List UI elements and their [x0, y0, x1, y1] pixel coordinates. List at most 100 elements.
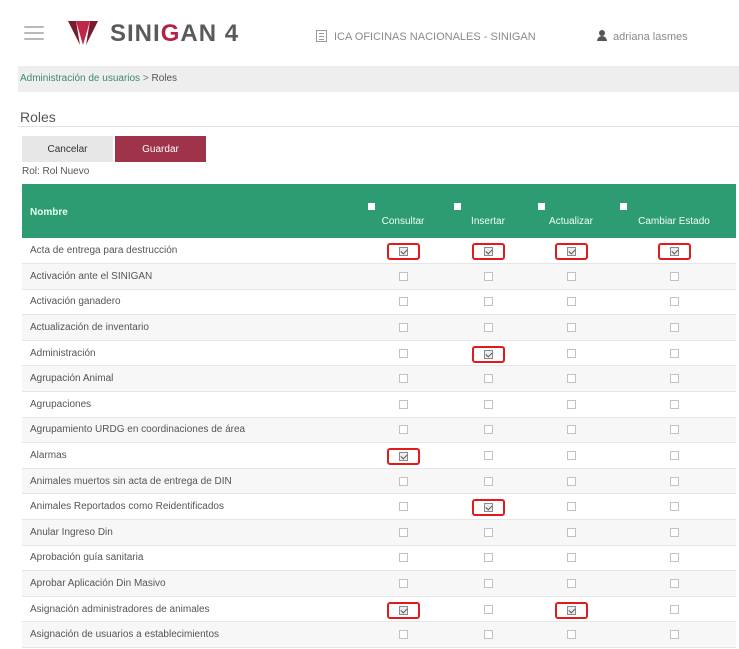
- consultar-checkbox[interactable]: [398, 271, 408, 281]
- select-all-cambiar-estado-checkbox[interactable]: [620, 203, 627, 210]
- checkbox-wrapper: [555, 524, 588, 541]
- checkbox-wrapper: [387, 421, 420, 438]
- cambiar-estado-checkbox[interactable]: [669, 630, 679, 640]
- checkbox-wrapper: [658, 601, 691, 618]
- consultar-checkbox[interactable]: [398, 323, 408, 333]
- actualizar-checkbox[interactable]: [566, 630, 576, 640]
- actualizar-checkbox[interactable]: [566, 502, 576, 512]
- cambiar-estado-checkbox[interactable]: [669, 476, 679, 486]
- cambiar-estado-checkbox[interactable]: [669, 502, 679, 512]
- save-button[interactable]: Guardar: [115, 136, 206, 162]
- permission-module-name: Agrupaciones: [22, 391, 360, 418]
- cambiar-estado-checkbox[interactable]: [669, 553, 679, 563]
- cambiar-estado-checkbox[interactable]: [669, 271, 679, 281]
- actualizar-checkbox[interactable]: [566, 323, 576, 333]
- consultar-checkbox[interactable]: [398, 630, 408, 640]
- consultar-checkbox[interactable]: [398, 425, 408, 435]
- permission-module-name: Activación ganadero: [22, 289, 360, 316]
- consultar-checkbox[interactable]: [398, 452, 408, 462]
- checkbox-wrapper: [658, 524, 691, 541]
- consultar-checkbox[interactable]: [398, 476, 408, 486]
- cambiar-estado-checkbox[interactable]: [669, 451, 679, 461]
- insertar-checkbox[interactable]: [483, 247, 493, 257]
- actualizar-checkbox[interactable]: [566, 297, 576, 307]
- consultar-checkbox[interactable]: [398, 247, 408, 257]
- insertar-checkbox[interactable]: [483, 553, 493, 563]
- consultar-checkbox[interactable]: [398, 579, 408, 589]
- insertar-checkbox[interactable]: [483, 451, 493, 461]
- consultar-checkbox[interactable]: [398, 527, 408, 537]
- consultar-checkbox[interactable]: [398, 553, 408, 563]
- column-header-actualizar: Actualizar: [530, 184, 612, 238]
- insertar-checkbox[interactable]: [483, 374, 493, 384]
- breadcrumb: Administración de usuarios > Roles: [20, 73, 177, 84]
- cambiar-estado-checkbox[interactable]: [669, 297, 679, 307]
- table-row: Activación ganadero: [22, 289, 736, 316]
- insertar-checkbox[interactable]: [483, 527, 493, 537]
- insertar-checkbox[interactable]: [483, 425, 493, 435]
- cambiar-estado-checkbox[interactable]: [669, 604, 679, 614]
- insertar-checkbox[interactable]: [483, 297, 493, 307]
- breadcrumb-separator: >: [142, 73, 149, 84]
- select-all-actualizar-checkbox[interactable]: [538, 203, 545, 210]
- checkbox-wrapper: [658, 498, 691, 515]
- select-all-consultar-checkbox[interactable]: [368, 203, 375, 210]
- user-menu[interactable]: adriana lasmes: [597, 30, 688, 43]
- breadcrumb-parent-link[interactable]: Administración de usuarios: [20, 73, 140, 84]
- permission-cell-actualizar: [530, 621, 612, 648]
- table-row: Agrupaciones: [22, 391, 736, 418]
- cambiar-estado-checkbox[interactable]: [669, 348, 679, 358]
- cancel-button[interactable]: Cancelar: [22, 136, 113, 162]
- permission-cell-insertar: [446, 417, 530, 444]
- consultar-checkbox[interactable]: [398, 399, 408, 409]
- checkbox-wrapper: [472, 473, 505, 490]
- insertar-checkbox[interactable]: [483, 323, 493, 333]
- consultar-checkbox[interactable]: [398, 348, 408, 358]
- select-all-insertar-checkbox[interactable]: [454, 203, 461, 210]
- cambiar-estado-checkbox[interactable]: [669, 323, 679, 333]
- table-row: Aprobar Aplicación Din Masivo: [22, 570, 736, 597]
- actualizar-checkbox[interactable]: [566, 527, 576, 537]
- consultar-checkbox[interactable]: [398, 297, 408, 307]
- cambiar-estado-checkbox[interactable]: [669, 579, 679, 589]
- consultar-checkbox[interactable]: [398, 605, 408, 615]
- cambiar-estado-checkbox[interactable]: [669, 425, 679, 435]
- checkbox-wrapper: [555, 319, 588, 336]
- column-header-consultar: Consultar: [360, 184, 446, 238]
- insertar-checkbox[interactable]: [483, 630, 493, 640]
- actualizar-checkbox[interactable]: [566, 399, 576, 409]
- checkbox-wrapper: [472, 626, 505, 643]
- cambiar-estado-checkbox[interactable]: [669, 247, 679, 257]
- actualizar-checkbox[interactable]: [566, 271, 576, 281]
- consultar-checkbox[interactable]: [398, 502, 408, 512]
- actualizar-checkbox[interactable]: [566, 605, 576, 615]
- menu-icon[interactable]: [24, 26, 44, 40]
- permission-cell-insertar: [446, 545, 530, 572]
- permission-cell-consultar: [360, 289, 446, 316]
- actualizar-checkbox[interactable]: [566, 348, 576, 358]
- actualizar-checkbox[interactable]: [566, 374, 576, 384]
- cambiar-estado-checkbox[interactable]: [669, 374, 679, 384]
- cambiar-estado-checkbox[interactable]: [669, 399, 679, 409]
- actualizar-checkbox[interactable]: [566, 451, 576, 461]
- cambiar-estado-checkbox[interactable]: [669, 527, 679, 537]
- insertar-checkbox[interactable]: [483, 604, 493, 614]
- checkbox-wrapper: [658, 293, 691, 310]
- actualizar-checkbox[interactable]: [566, 247, 576, 257]
- permission-cell-insertar: [446, 519, 530, 546]
- permission-cell-cambiar-estado: [612, 621, 736, 648]
- insertar-checkbox[interactable]: [483, 579, 493, 589]
- insertar-checkbox[interactable]: [483, 271, 493, 281]
- insertar-checkbox[interactable]: [483, 476, 493, 486]
- organization-label[interactable]: ICA OFICINAS NACIONALES - SINIGAN: [316, 30, 536, 43]
- checkbox-wrapper: [472, 268, 505, 285]
- actualizar-checkbox[interactable]: [566, 579, 576, 589]
- insertar-checkbox[interactable]: [483, 503, 493, 513]
- consultar-checkbox[interactable]: [398, 374, 408, 384]
- insertar-checkbox[interactable]: [483, 399, 493, 409]
- insertar-checkbox[interactable]: [483, 349, 493, 359]
- actualizar-checkbox[interactable]: [566, 553, 576, 563]
- checkbox-wrapper: [555, 473, 588, 490]
- actualizar-checkbox[interactable]: [566, 425, 576, 435]
- actualizar-checkbox[interactable]: [566, 476, 576, 486]
